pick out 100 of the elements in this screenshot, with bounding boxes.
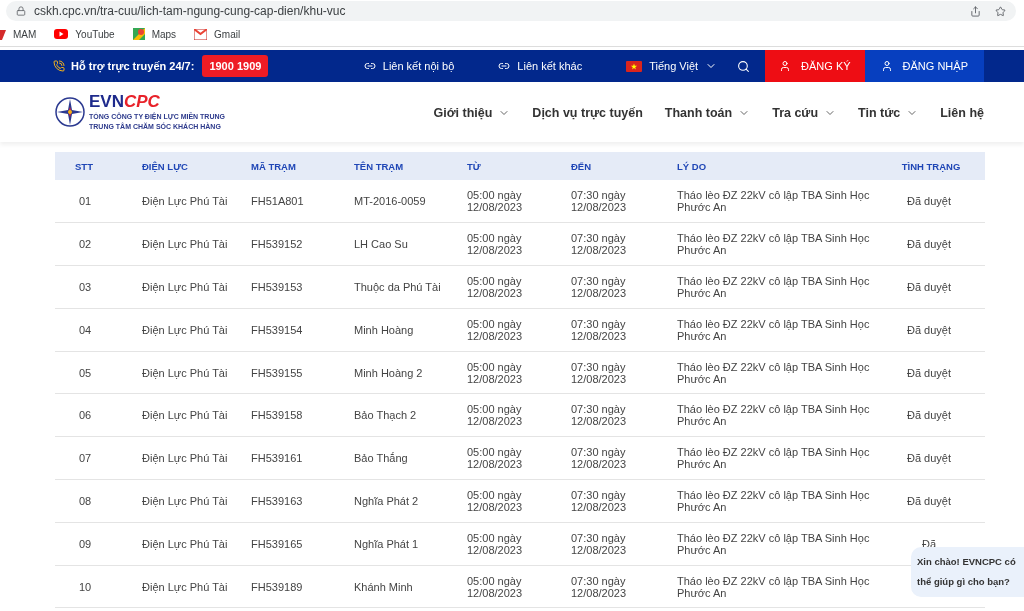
register-button[interactable]: ĐĂNG KÝ	[765, 50, 865, 82]
brand-logo-text: EVNCPC	[89, 92, 161, 112]
table-cell: FH539155	[251, 366, 303, 379]
table-cell: Đã duyệt	[907, 323, 951, 336]
language-selector[interactable]: Tiếng Việt	[626, 60, 718, 72]
table-cell: Tháo lèo ĐZ 22kV cô lập TBA Sinh Học Phước An	[677, 488, 870, 513]
bookmark-link[interactable]: Gmail	[194, 28, 241, 40]
table-cell: 07:30 ngày 12/08/2023	[571, 403, 627, 428]
user-icon	[880, 60, 893, 72]
table-cell: Điện Lực Phú Tài	[142, 494, 228, 507]
mail-icon	[194, 28, 208, 40]
chat-bubble[interactable]: Xin chào! EVNCPC có thể giúp gì cho bạn?	[911, 547, 1024, 597]
table-cell: 06	[79, 409, 92, 422]
column-header: ĐẾN	[561, 152, 667, 180]
table-cell: Điện Lực Phú Tài	[142, 238, 228, 251]
table-cell: 02	[79, 238, 92, 251]
table-cell: FH51A801	[251, 195, 304, 208]
table-cell: Tháo lèo ĐZ 22kV cô lập TBA Sinh Học Phước An	[677, 574, 870, 599]
bookmark-link[interactable]: YouTube	[54, 28, 115, 40]
table-cell: 05:00 ngày 12/08/2023	[467, 232, 523, 257]
table-cell: Nghĩa Phát 1	[354, 537, 419, 550]
table-cell: 07:30 ngày 12/08/2023	[571, 531, 627, 556]
table-cell: Đã duyệt	[907, 409, 951, 422]
table-cell: Điện Lực Phú Tài	[142, 452, 228, 465]
table-cell: FH539158	[251, 409, 303, 422]
table-cell: Điện Lực Phú Tài	[142, 409, 228, 422]
table-cell: Thuộc da Phú Tài	[354, 281, 441, 293]
table-cell: 05:00 ngày 12/08/2023	[467, 189, 523, 214]
link-icon	[363, 60, 376, 72]
table-cell: Tháo lèo ĐZ 22kV cô lập TBA Sinh Học Phước An	[677, 446, 870, 471]
table-cell: 07:30 ngày 12/08/2023	[571, 317, 627, 342]
table-cell: Điện Lực Phú Tài	[142, 580, 228, 593]
star-icon[interactable]	[995, 5, 1006, 17]
column-header: TỪ	[457, 152, 561, 180]
nav-item[interactable]: Thanh toán	[664, 106, 751, 120]
table-cell: Khánh Minh	[354, 580, 413, 593]
table-cell: Tháo lèo ĐZ 22kV cô lập TBA Sinh Học Phước An	[677, 317, 870, 342]
table-cell: Đã duyệt	[907, 452, 951, 465]
table-cell: 05:00 ngày 12/08/2023	[467, 275, 523, 299]
bookmark-link[interactable]: Maps	[132, 28, 177, 40]
table-cell: MT-2016-0059	[354, 195, 426, 208]
table-cell: 04	[79, 323, 92, 336]
table-cell: Minh Hoàng 2	[354, 366, 423, 379]
table-cell: Đã duyệt	[907, 494, 951, 507]
table-cell: FH539153	[251, 281, 303, 293]
table-cell: 05:00 ngày 12/08/2023	[467, 360, 523, 385]
column-header: MÃ TRẠM	[239, 152, 344, 180]
table-cell: 09	[79, 537, 92, 550]
hotline-badge[interactable]: 1900 1909	[202, 55, 269, 77]
address-bar[interactable]: cskh.cpc.vn/tra-cuu/lich-tam-ngung-cung-cap-dien/khu-vuc	[6, 1, 1016, 21]
table-cell: Tháo lèo ĐZ 22kV cô lập TBA Sinh Học Phước An	[677, 232, 870, 257]
table-cell: Tháo lèo ĐZ 22kV cô lập TBA Sinh Học Phước An	[677, 531, 870, 556]
bookmark-link[interactable]: MAM	[0, 28, 37, 40]
url-text: cskh.cpc.vn/tra-cuu/lich-tam-ngung-cung-cap-dien/khu-vuc	[34, 4, 346, 18]
table-cell: FH539161	[251, 452, 303, 465]
nav-item[interactable]: Tra cứu	[772, 106, 837, 120]
column-header: TÊN TRẠM	[344, 152, 457, 180]
table-cell: Điện Lực Phú Tài	[142, 281, 228, 293]
table-cell: 05:00 ngày 12/08/2023	[467, 317, 523, 342]
table-cell: Đã duyệt	[907, 195, 951, 208]
table-cell: Đã duyệt	[907, 281, 951, 293]
table-cell: 07:30 ngày 12/08/2023	[571, 360, 627, 385]
table-cell: Điện Lực Phú Tài	[142, 195, 228, 208]
table-cell: FH539165	[251, 537, 303, 550]
table-cell: Tháo lèo ĐZ 22kV cô lập TBA Sinh Học Phước An	[677, 189, 870, 214]
table-cell: Nghĩa Phát 2	[354, 494, 419, 507]
lock-icon	[16, 6, 26, 16]
table-cell: 05:00 ngày 12/08/2023	[467, 403, 523, 428]
table-cell: 07:30 ngày 12/08/2023	[571, 488, 627, 513]
login-button[interactable]: ĐĂNG NHẬP	[864, 50, 984, 82]
table-cell: Bảo Thắng	[354, 452, 408, 465]
logo-icon	[55, 97, 85, 127]
nav-item[interactable]: Tin tức	[858, 106, 919, 120]
table-cell: 07:30 ngày 12/08/2023	[571, 275, 627, 299]
table-cell: 05:00 ngày 12/08/2023	[467, 574, 523, 599]
share-icon[interactable]	[970, 5, 981, 17]
nav-item[interactable]: Giới thiệu	[433, 106, 511, 120]
link-item[interactable]: Liên kết nội bộ	[363, 60, 455, 72]
table-cell: Tháo lèo ĐZ 22kV cô lập TBA Sinh Học Phước An	[677, 275, 870, 299]
table-cell: Tháo lèo ĐZ 22kV cô lập TBA Sinh Học Phước An	[677, 360, 870, 385]
table-cell: Đã duyệt	[907, 238, 951, 251]
table-cell: 05:00 ngày 12/08/2023	[467, 531, 523, 556]
column-header: ĐIỆN LỰC	[126, 152, 239, 180]
table-cell: Điện Lực Phú Tài	[142, 537, 228, 550]
nav-item[interactable]: Liên hệ	[940, 106, 984, 120]
table-cell: Bảo Thạch 2	[354, 409, 417, 422]
table-cell: 07	[79, 452, 92, 465]
link-icon	[498, 60, 511, 72]
table-cell: Đã duyệt	[907, 366, 951, 379]
table-cell: 05:00 ngày 12/08/2023	[467, 488, 523, 513]
link-item[interactable]: Liên kết khác	[498, 60, 583, 72]
table-cell: 07:30 ngày 12/08/2023	[571, 189, 627, 214]
phone-icon	[53, 60, 65, 72]
nav-item[interactable]: Dịch vụ trực tuyến	[532, 106, 643, 120]
table-cell: Tháo lèo ĐZ 22kV cô lập TBA Sinh Học Phước An	[677, 403, 870, 428]
table-cell: 08	[79, 494, 92, 507]
table-cell: LH Cao Su	[354, 238, 408, 251]
search-icon[interactable]	[737, 59, 751, 73]
bookmark-icon	[0, 28, 6, 40]
map-pin-icon	[132, 28, 145, 40]
